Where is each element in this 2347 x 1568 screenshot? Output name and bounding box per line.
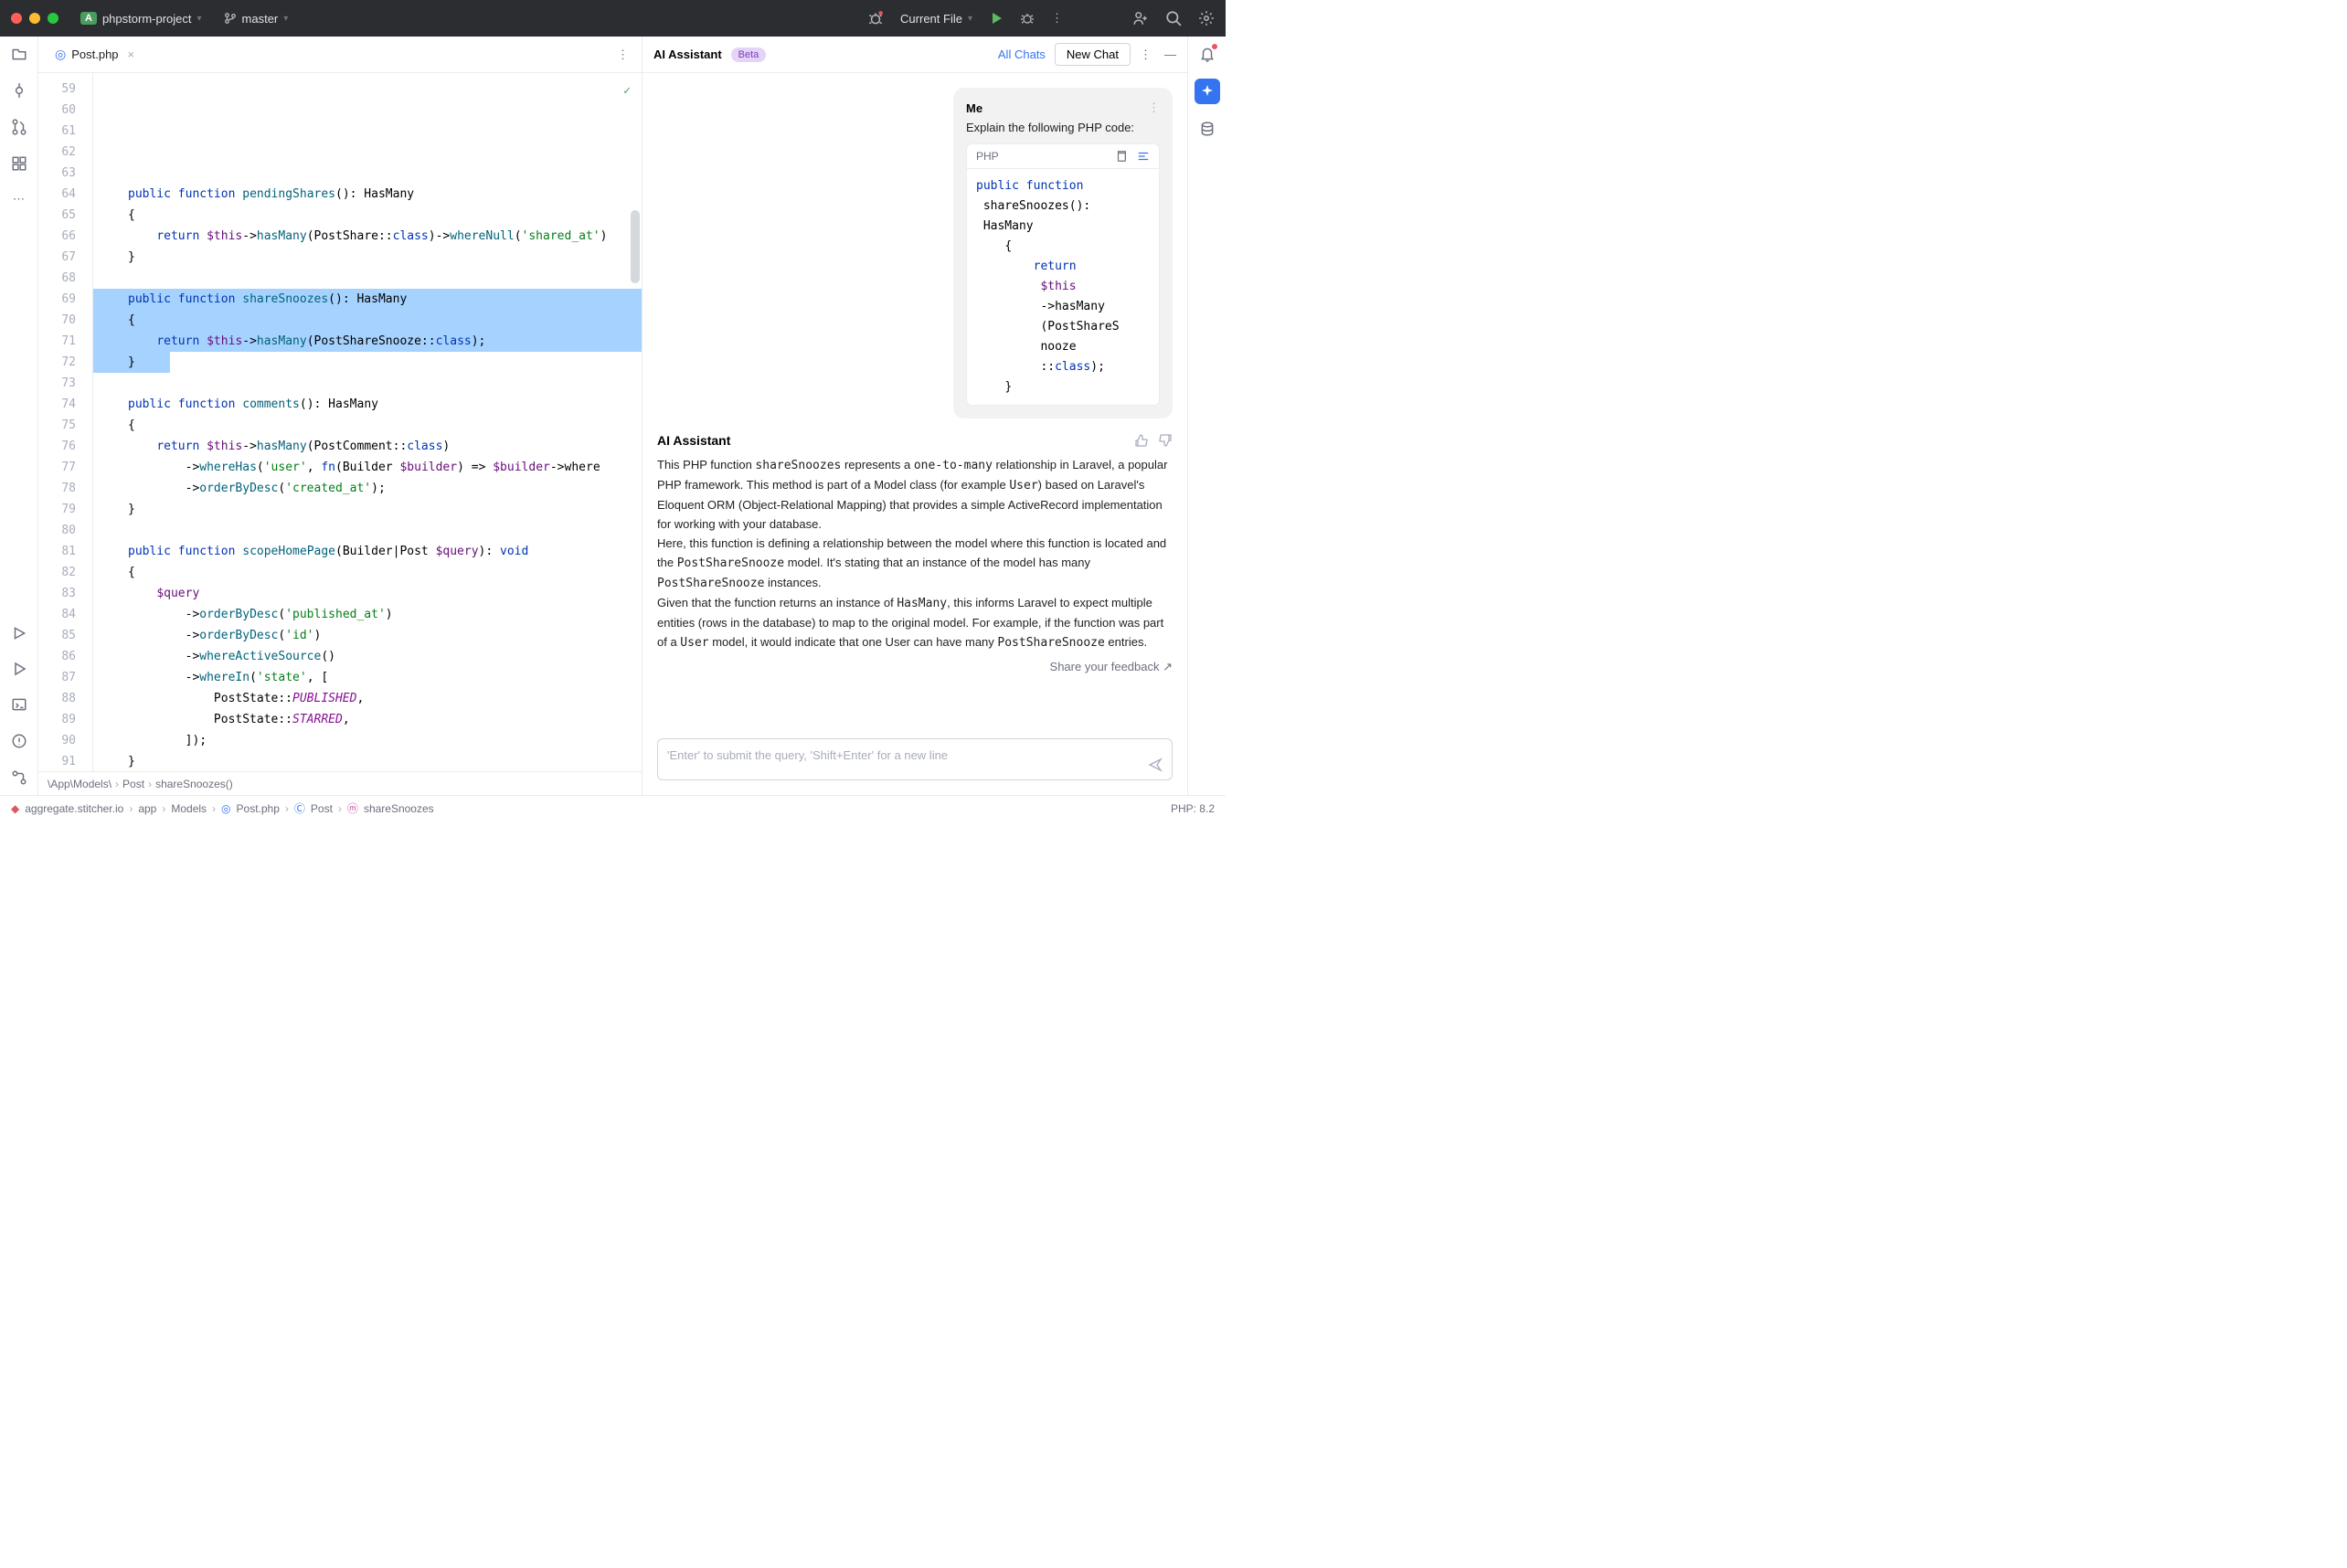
status-crumb[interactable]: app — [138, 802, 156, 815]
editor-gutter: 5960616263646566676869707172737475767778… — [38, 73, 93, 771]
bug-warning-icon[interactable] — [867, 10, 884, 26]
php-version-label[interactable]: PHP: 8.2 — [1171, 802, 1215, 815]
insert-code-icon[interactable] — [1137, 150, 1150, 163]
feedback-link[interactable]: Share your feedback ↗ — [657, 660, 1173, 674]
project-tool-icon[interactable] — [11, 46, 27, 62]
ai-label: AI Assistant — [657, 433, 730, 448]
settings-icon[interactable] — [1198, 10, 1215, 26]
database-tool-icon[interactable] — [1199, 121, 1216, 137]
user-message-text: Explain the following PHP code: — [966, 121, 1160, 134]
structure-tool-icon[interactable] — [11, 155, 27, 172]
user-label: Me — [966, 101, 982, 115]
breadcrumb-class[interactable]: Post — [122, 778, 144, 790]
tab-filename: Post.php — [71, 48, 118, 61]
status-crumb[interactable]: Models — [171, 802, 207, 815]
editor-breadcrumb: \App\Models\ › Post › shareSnoozes() — [38, 771, 642, 795]
all-chats-link[interactable]: All Chats — [998, 48, 1046, 61]
run-button[interactable] — [989, 11, 1004, 26]
message-menu-icon[interactable]: ⋮ — [1148, 101, 1160, 115]
ai-input-placeholder: 'Enter' to submit the query, 'Shift+Ente… — [667, 748, 948, 762]
editor-scrollbar[interactable] — [631, 210, 640, 283]
code-area[interactable]: ✓ public function pendingShares(): HasMa… — [93, 73, 642, 771]
close-window-button[interactable] — [11, 13, 22, 24]
title-bar: A phpstorm-project ▾ master ▾ Current Fi… — [0, 0, 1226, 37]
user-message: Me ⋮ Explain the following PHP code: PHP — [953, 88, 1173, 418]
status-crumb[interactable]: Post — [311, 802, 333, 815]
search-icon[interactable] — [1165, 10, 1182, 26]
project-name: phpstorm-project — [102, 12, 192, 26]
status-crumb[interactable]: shareSnoozes — [364, 802, 434, 815]
status-bar: ◆ aggregate.stitcher.io › app › Models ›… — [0, 795, 1226, 821]
copy-code-icon[interactable] — [1115, 150, 1128, 163]
beta-badge: Beta — [731, 48, 767, 62]
run-tool-icon[interactable] — [12, 662, 27, 676]
ai-chat-body: Me ⋮ Explain the following PHP code: PHP — [643, 73, 1187, 727]
thumbs-down-icon[interactable] — [1158, 433, 1173, 448]
debug-button[interactable] — [1020, 11, 1035, 26]
tab-menu-icon[interactable]: ⋮ — [611, 48, 634, 62]
branch-name: master — [242, 12, 279, 26]
minimize-panel-icon[interactable]: — — [1164, 48, 1176, 62]
close-tab-icon[interactable]: × — [128, 48, 135, 61]
editor-tab[interactable]: ◎ Post.php × — [46, 37, 143, 72]
project-selector[interactable]: A phpstorm-project ▾ — [73, 8, 209, 29]
status-host[interactable]: aggregate.stitcher.io — [25, 802, 123, 815]
code-block: PHP public function shareSnoozes(): HasM… — [966, 143, 1160, 406]
more-icon[interactable]: ⋮ — [1140, 48, 1152, 62]
right-tool-rail — [1187, 37, 1226, 795]
problems-tool-icon[interactable] — [11, 733, 27, 749]
vcs-tool-icon[interactable] — [11, 769, 27, 786]
chevron-down-icon: ▾ — [283, 14, 288, 24]
services-tool-icon[interactable] — [11, 625, 27, 641]
ai-assistant-tool-icon[interactable] — [1195, 79, 1220, 104]
editor-body[interactable]: 5960616263646566676869707172737475767778… — [38, 73, 642, 771]
ai-response-text: This PHP function shareSnoozes represent… — [657, 455, 1173, 652]
branch-icon — [224, 12, 237, 25]
breadcrumb-separator: › — [115, 778, 119, 790]
collaborate-icon[interactable] — [1132, 10, 1149, 26]
breadcrumb-method[interactable]: shareSnoozes() — [155, 778, 233, 790]
ai-assistant-panel: AI Assistant Beta All Chats New Chat ⋮ —… — [643, 37, 1187, 795]
notifications-icon[interactable] — [1199, 46, 1216, 62]
chevron-down-icon: ▾ — [968, 14, 972, 24]
php-file-icon: ◎ — [55, 47, 66, 62]
breadcrumb-namespace[interactable]: \App\Models\ — [48, 778, 112, 790]
maximize-window-button[interactable] — [48, 13, 58, 24]
editor-tabs: ◎ Post.php × ⋮ — [38, 37, 642, 73]
code-lang-label: PHP — [976, 150, 999, 163]
more-icon[interactable]: ⋮ — [1051, 11, 1063, 26]
editor-panel: ◎ Post.php × ⋮ 5960616263646566676869707… — [38, 37, 643, 795]
run-config-selector[interactable]: Current File ▾ — [900, 12, 972, 26]
inspection-ok-icon[interactable]: ✓ — [623, 80, 631, 101]
breadcrumb-separator: › — [148, 778, 152, 790]
send-icon[interactable] — [1148, 758, 1163, 772]
more-tools-icon[interactable]: ⋯ — [13, 192, 25, 207]
new-chat-button[interactable]: New Chat — [1055, 43, 1131, 66]
project-badge: A — [80, 12, 97, 25]
deployment-icon[interactable]: ◆ — [11, 802, 19, 815]
branch-selector[interactable]: master ▾ — [217, 8, 296, 29]
ai-message: AI Assistant This PHP function shareSnoo… — [657, 433, 1173, 674]
chevron-down-icon: ▾ — [197, 14, 202, 24]
status-crumb[interactable]: Post.php — [237, 802, 280, 815]
left-tool-rail: ⋯ — [0, 37, 38, 795]
window-controls — [11, 13, 58, 24]
terminal-tool-icon[interactable] — [11, 696, 27, 713]
minimize-window-button[interactable] — [29, 13, 40, 24]
pull-requests-icon[interactable] — [11, 119, 27, 135]
ai-panel-title: AI Assistant — [653, 48, 722, 61]
code-block-content: public function shareSnoozes(): HasMany … — [967, 169, 1159, 405]
thumbs-up-icon[interactable] — [1134, 433, 1149, 448]
ai-panel-header: AI Assistant Beta All Chats New Chat ⋮ — — [643, 37, 1187, 73]
ai-input[interactable]: 'Enter' to submit the query, 'Shift+Ente… — [657, 738, 1173, 780]
commit-tool-icon[interactable] — [11, 82, 27, 99]
run-config-label: Current File — [900, 12, 962, 26]
